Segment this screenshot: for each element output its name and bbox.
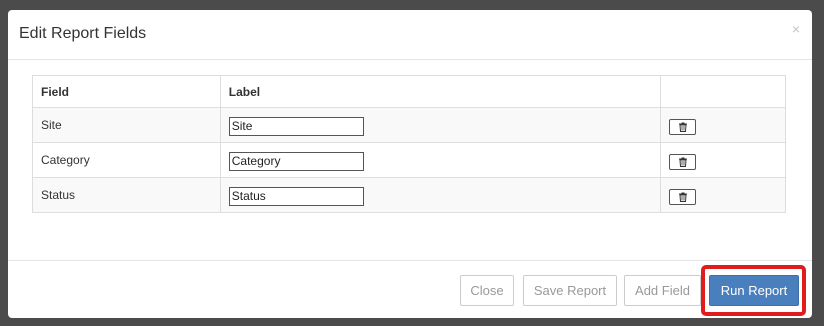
dialog-body: Field Label Site Site Category Category … — [8, 60, 812, 260]
field-name-cell: Status — [32, 177, 221, 213]
column-header-label: Label — [219, 75, 662, 108]
dialog-footer: Close Save Report Add Field Run Report — [8, 260, 812, 318]
action-cell — [660, 177, 786, 213]
label-cell — [219, 177, 662, 213]
label-cell — [219, 107, 662, 143]
table-row: Status — [32, 177, 786, 213]
table-header-row: Field Label — [32, 75, 786, 108]
delete-field-button[interactable] — [669, 189, 697, 205]
trash-icon — [678, 192, 687, 202]
action-cell — [660, 142, 786, 178]
close-button[interactable]: Close — [460, 275, 514, 306]
action-cell — [660, 107, 786, 143]
table-row: Site — [32, 107, 786, 143]
dialog-title: Edit Report Fields — [19, 25, 147, 42]
label-input[interactable] — [228, 186, 364, 206]
close-icon[interactable]: × — [792, 22, 800, 36]
field-name-cell: Site — [32, 107, 221, 143]
label-cell — [219, 142, 662, 178]
column-header-action — [660, 75, 786, 108]
run-report-highlight — [701, 265, 806, 316]
column-header-field: Field — [32, 75, 221, 108]
trash-icon — [678, 122, 687, 132]
trash-icon — [678, 157, 687, 167]
table-row: Category — [32, 142, 786, 178]
edit-report-fields-dialog: Edit Report Fields × Field Label Site Si… — [8, 10, 812, 318]
dialog-header: Edit Report Fields × — [8, 10, 812, 60]
delete-field-button[interactable] — [669, 154, 697, 170]
label-input[interactable] — [228, 116, 364, 136]
delete-field-button[interactable] — [669, 119, 697, 135]
save-report-button[interactable]: Save Report — [523, 275, 617, 306]
fields-table: Field Label Site Site Category Category … — [32, 75, 786, 213]
label-input[interactable] — [228, 151, 364, 171]
add-field-button[interactable]: Add Field — [624, 275, 701, 306]
field-name-cell: Category — [32, 142, 221, 178]
